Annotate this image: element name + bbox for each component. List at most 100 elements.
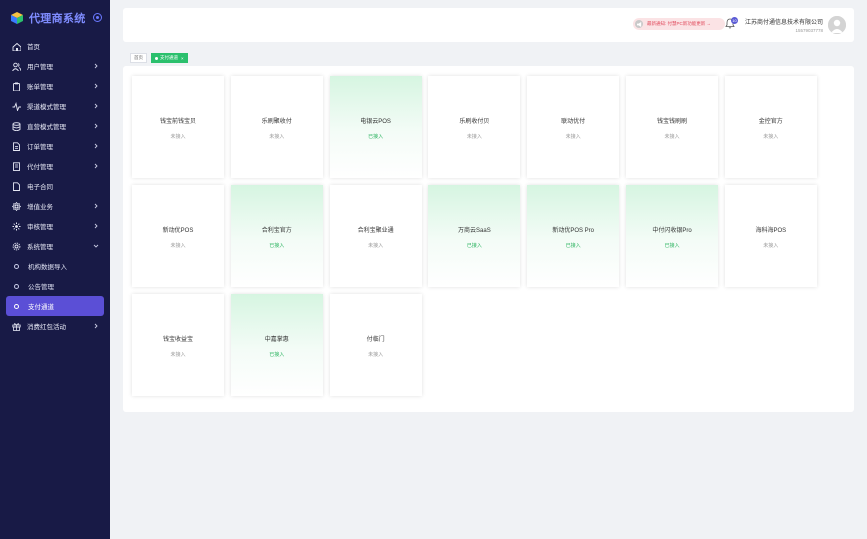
channel-card[interactable]: 电银云POS 已接入: [329, 76, 422, 178]
sidebar-item-9[interactable]: 审核管理: [0, 216, 110, 236]
circle-icon: [14, 303, 19, 309]
chevron-right-icon: [94, 63, 98, 69]
channel-name: 海科海POS: [755, 228, 787, 234]
chevron-right-icon: [92, 322, 100, 330]
document-list-icon: [12, 161, 21, 171]
megaphone-icon: [635, 20, 643, 28]
channel-name: 金控官方: [758, 119, 783, 125]
chevron-right-icon: [92, 82, 100, 90]
channel-card[interactable]: 中付闪收银Pro 已接入: [626, 185, 718, 287]
channel-name: 合利宝官方: [261, 228, 292, 234]
chevron-right-icon: [92, 202, 100, 210]
sidebar-item-label: 代付管理: [27, 164, 53, 171]
chevron-right-icon: [92, 142, 100, 150]
avatar[interactable]: [828, 16, 846, 34]
channel-status: 已接入: [269, 352, 285, 358]
sidebar-item-8[interactable]: 增值业务: [0, 196, 110, 216]
active-dot-icon: [155, 56, 158, 60]
sidebar-item-label: 订单管理: [27, 144, 53, 151]
channel-card[interactable]: 新动优POS 未接入: [132, 185, 224, 287]
channel-card[interactable]: 钱宝前钱宝贝 未接入: [132, 76, 224, 178]
tab-0[interactable]: 首页: [130, 53, 147, 63]
users-icon: [12, 62, 21, 71]
sidebar-item-label: 系统管理: [27, 244, 53, 251]
gift-icon: [12, 322, 21, 331]
sidebar-toggle-icon[interactable]: [93, 13, 102, 22]
sidebar-item-7[interactable]: 电子合同: [0, 176, 110, 196]
channel-status: 已接入: [565, 243, 581, 249]
sidebar-item-1[interactable]: 用户管理: [0, 56, 110, 76]
sidebar-subitem-label: 公告管理: [28, 284, 54, 291]
document-icon: [12, 141, 21, 151]
notification-bell[interactable]: 10: [725, 17, 738, 30]
channel-card[interactable]: 万商云SaaS 已接入: [428, 185, 521, 287]
file-icon: [12, 181, 21, 191]
channel-card[interactable]: 海科海POS 未接入: [724, 185, 817, 287]
channel-card[interactable]: 付临门 未接入: [329, 294, 422, 396]
sidebar-item-red-packet[interactable]: 消费红包活动: [0, 316, 110, 336]
channel-card[interactable]: 联动优付 未接入: [527, 76, 620, 178]
sidebar-item-label: 首页: [27, 44, 40, 51]
channel-status: 未接入: [368, 243, 384, 249]
channel-card[interactable]: 乐刷收付贝 未接入: [428, 76, 521, 178]
channel-card[interactable]: 合利宝聚业通 未接入: [329, 185, 422, 287]
tab-1[interactable]: 支付通道 ×: [151, 53, 188, 63]
channel-name: 中嘉掌惠: [264, 337, 289, 343]
channel-name: 钱宝钱刷刷: [656, 119, 687, 125]
clipboard-icon: [12, 82, 21, 91]
logo-icon: [11, 12, 23, 24]
sidebar-subitem-1[interactable]: 公告管理: [0, 276, 110, 296]
channel-name: 付临门: [366, 337, 385, 343]
channel-card[interactable]: 乐刷聚收付 未接入: [230, 76, 323, 178]
sidebar-menu: 首页用户管理 账单管理 渠道模式管理直营模式管理 订单管理代付管理电子合同 增值业务审核…: [0, 36, 110, 336]
notice-banner[interactable]: 最新通知: 付慧PC新功能更新 →: [633, 18, 725, 30]
sidebar-item-10[interactable]: 系统管理: [0, 236, 110, 256]
close-icon[interactable]: ×: [181, 56, 184, 61]
chevron-right-icon: [94, 203, 98, 209]
app-title: 代理商系统: [29, 13, 86, 25]
tab-label: 支付通道: [160, 55, 178, 60]
activity-icon: [12, 101, 21, 111]
chevron-down-icon: [93, 244, 99, 248]
sidebar-item-5[interactable]: 订单管理: [0, 136, 110, 156]
channel-status: 未接入: [664, 134, 680, 140]
sidebar-subitem-2[interactable]: 支付通道: [6, 296, 104, 316]
channel-status: 已接入: [269, 243, 285, 249]
channel-card[interactable]: 钱宝钱刷刷 未接入: [626, 76, 718, 178]
channel-status: 未接入: [466, 134, 482, 140]
channel-card[interactable]: 新动优POS Pro 已接入: [527, 185, 620, 287]
chevron-right-icon: [94, 323, 98, 329]
sidebar-subitem-label: 机构数据导入: [28, 264, 67, 271]
chevron-right-icon: [92, 62, 100, 70]
channel-status: 未接入: [170, 134, 186, 140]
channel-name: 新动优POS: [162, 228, 194, 234]
channel-status: 未接入: [763, 243, 779, 249]
sidebar-item-label: 直营模式管理: [27, 124, 66, 131]
channel-name: 钱宝前钱宝贝: [159, 119, 196, 125]
sidebar-item-label: 消费红包活动: [27, 324, 66, 331]
sidebar-item-6[interactable]: 代付管理: [0, 156, 110, 176]
channel-card[interactable]: 金控官方 未接入: [724, 76, 817, 178]
sidebar-item-4[interactable]: 直营模式管理: [0, 116, 110, 136]
sidebar-subitem-label: 支付通道: [28, 304, 54, 311]
sidebar-item-3[interactable]: 渠道模式管理: [0, 96, 110, 116]
channel-card[interactable]: 合利宝官方 已接入: [230, 185, 323, 287]
gear-flower-icon: [12, 201, 21, 211]
sidebar-item-label: 审核管理: [27, 224, 53, 231]
channel-name: 新动优POS Pro: [552, 228, 595, 234]
sidebar-item-2[interactable]: 账单管理: [0, 76, 110, 96]
database-icon: [12, 121, 21, 131]
channel-status: 未接入: [565, 134, 581, 140]
channel-card[interactable]: 中嘉掌惠 已接入: [230, 294, 323, 396]
sidebar: 代理商系统 首页用户管理 账单管理 渠道模式管理直营模式管理 订单管理代付管理电子合同…: [0, 0, 110, 539]
chevron-right-icon: [94, 163, 98, 169]
sidebar-item-0[interactable]: 首页: [0, 36, 110, 56]
chevron-right-icon: [94, 123, 98, 129]
company-phone: 15579037778: [795, 28, 823, 33]
sidebar-subitem-0[interactable]: 机构数据导入: [0, 256, 110, 276]
company-info[interactable]: 江苏商付通信息技术有限公司 15579037778: [743, 17, 823, 33]
channel-name: 中付闪收银Pro: [652, 228, 692, 234]
channel-name: 钱宝收益宝: [162, 337, 193, 343]
channel-name: 乐刷收付贝: [459, 119, 490, 125]
channel-card[interactable]: 钱宝收益宝 未接入: [132, 294, 224, 396]
